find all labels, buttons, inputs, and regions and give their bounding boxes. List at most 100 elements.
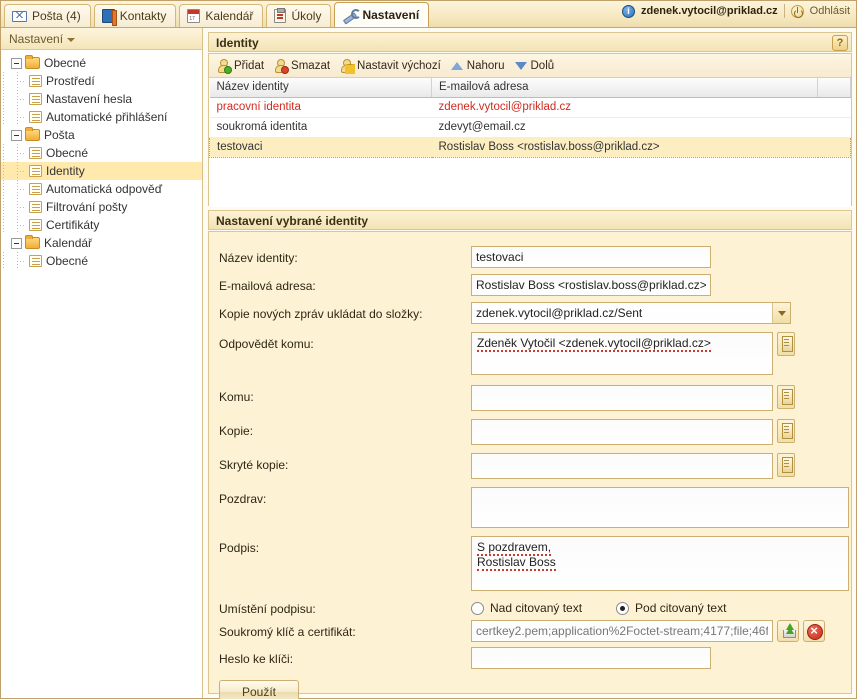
collapse-icon[interactable] (11, 237, 22, 249)
info-icon[interactable]: i (621, 4, 635, 18)
sidebar-item-posta[interactable]: Pošta (1, 126, 202, 144)
tab-label: Nastavení (362, 8, 420, 22)
move-down-button[interactable]: Dolů (514, 59, 555, 72)
logout-link[interactable]: Odhlásit (810, 5, 850, 17)
identity-name: testovaci (209, 136, 432, 158)
page-title: Identity (216, 36, 259, 50)
column-header-extra[interactable] (817, 78, 851, 98)
signature-line-1: S pozdravem, (477, 540, 552, 556)
identity-email: zdenek.vytocil@priklad.cz (431, 97, 818, 118)
folder-icon (25, 55, 40, 69)
tab-label: Pošta (4) (32, 9, 81, 23)
sidebar-item-label: Certifikáty (46, 218, 100, 232)
toolbar-label: Dolů (530, 59, 555, 72)
sidebar-header[interactable]: Nastavení (1, 28, 202, 50)
sidebar-item-kalendar-obecne[interactable]: Obecné (1, 252, 202, 270)
table-row[interactable]: soukromá identita zdevyt@email.cz (209, 117, 851, 138)
arrow-down-icon (514, 61, 527, 70)
page-icon (29, 183, 42, 195)
sidebar-item-posta-obecne[interactable]: Obecné (1, 144, 202, 162)
bcc-textarea[interactable] (471, 453, 773, 479)
field-row-name: Název identity: (209, 246, 851, 268)
sidebar-item-automaticke-prihlaseni[interactable]: Automatické přihlášení (1, 108, 202, 126)
radio-below-quoted[interactable] (616, 601, 630, 615)
set-default-identity-button[interactable]: Nastavit výchozí (340, 59, 441, 74)
sidebar-item-filtrovani-posty[interactable]: Filtrování pošty (1, 198, 202, 216)
wrench-icon (342, 8, 362, 22)
identity-settings-form: Název identity: E-mailová adresa: Kopie … (208, 231, 852, 699)
field-row-signature: Podpis: S pozdravem, Rostislav Boss (209, 536, 851, 591)
to-contact-picker-icon[interactable] (777, 385, 795, 409)
main-content: Identity ? Přidat Smazat Nastavit výchoz… (204, 28, 856, 699)
collapse-icon[interactable] (11, 129, 22, 141)
to-textarea[interactable] (471, 385, 773, 411)
label-bcc: Skryté kopie: (219, 458, 289, 472)
toolbar-label: Smazat (291, 59, 331, 72)
page-icon (29, 75, 42, 87)
reply-to-textarea[interactable]: Zdeněk Vytočil <zdenek.vytocil@priklad.c… (471, 332, 773, 375)
column-header-email[interactable]: E-mailová adresa (431, 78, 818, 98)
label-to: Komu: (219, 390, 254, 404)
column-header-name[interactable]: Název identity (209, 78, 432, 98)
task-icon (274, 8, 287, 23)
greeting-textarea[interactable] (471, 487, 849, 528)
sidebar-item-nastaveni-hesla[interactable]: Nastavení hesla (1, 90, 202, 108)
field-row-key-password: Heslo ke klíči: (209, 647, 851, 669)
key-password-input[interactable] (471, 647, 711, 669)
sidebar-header-label: Nastavení (9, 32, 64, 46)
tab-kalendar[interactable]: Kalendář (179, 4, 264, 27)
apply-button[interactable]: Použít (219, 680, 299, 699)
tab-ukoly[interactable]: Úkoly (266, 4, 332, 27)
tab-posta[interactable]: Pošta (4) (4, 4, 91, 27)
sidebar-item-identity[interactable]: Identity (1, 162, 202, 180)
reply-to-contact-picker-icon[interactable] (777, 332, 795, 356)
bcc-contact-picker-icon[interactable] (777, 453, 795, 477)
table-row[interactable]: pracovní identita zdenek.vytocil@priklad… (209, 97, 851, 118)
certificate-input[interactable] (471, 620, 773, 642)
sent-folder-select[interactable]: zdenek.vytocil@priklad.cz/Sent (471, 302, 791, 324)
settings-title: Nastavení vybrané identity (216, 214, 369, 228)
cc-contact-picker-icon[interactable] (777, 419, 795, 443)
table-header-row: Název identity E-mailová adresa (209, 78, 851, 98)
field-row-certificate: Soukromý klíč a certifikát: (209, 620, 851, 642)
signature-line-2: Rostislav Boss (477, 555, 556, 571)
field-row-sent-folder: Kopie nových zpráv ukládat do složky: zd… (209, 302, 851, 324)
sidebar-item-certifikaty[interactable]: Certifikáty (1, 216, 202, 234)
radio-above-quoted[interactable] (471, 601, 484, 615)
field-row-to: Komu: (209, 385, 851, 411)
reply-to-value: Zdeněk Vytočil <zdenek.vytocil@priklad.c… (477, 336, 711, 352)
identity-email: zdevyt@email.cz (431, 117, 818, 138)
delete-identity-button[interactable]: Smazat (274, 59, 331, 74)
label-signature: Podpis: (219, 541, 260, 555)
chevron-down-icon (67, 37, 76, 42)
add-identity-button[interactable]: Přidat (217, 59, 264, 74)
collapse-icon[interactable] (11, 57, 22, 69)
upload-icon[interactable] (777, 620, 799, 642)
signature-textarea[interactable]: S pozdravem, Rostislav Boss (471, 536, 849, 591)
identity-name: pracovní identita (209, 97, 432, 118)
identity-name-input[interactable] (471, 246, 711, 268)
user-email: zdenek.vytocil@priklad.cz (640, 5, 778, 17)
tab-nastaveni[interactable]: Nastavení (334, 2, 430, 27)
remove-icon[interactable] (803, 620, 825, 642)
identity-toolbar: Přidat Smazat Nastavit výchozí Nahoru Do… (209, 54, 851, 78)
table-row[interactable]: testovaci Rostislav Boss <rostislav.boss… (209, 136, 851, 158)
field-row-greeting: Pozdrav: (209, 487, 851, 528)
power-icon[interactable] (790, 4, 804, 18)
sidebar-item-obecne-general[interactable]: Obecné (1, 54, 202, 72)
tab-kontakty[interactable]: Kontakty (93, 4, 177, 27)
sidebar-item-label: Obecné (46, 254, 89, 268)
page-icon (29, 201, 42, 213)
help-icon[interactable]: ? (832, 35, 848, 51)
sidebar-item-automaticka-odpoved[interactable]: Automatická odpověď (1, 180, 202, 198)
application-window: Pošta (4) Kontakty Kalendář Úkoly Nastav… (0, 0, 857, 699)
radio-label-below: Pod citovaný text (635, 601, 727, 615)
sidebar-item-prostredi[interactable]: Prostředí (1, 72, 202, 90)
email-address-input[interactable] (471, 274, 711, 296)
label-identity-name: Název identity: (219, 251, 298, 265)
sidebar-item-kalendar[interactable]: Kalendář (1, 234, 202, 252)
sidebar-item-label: Obecné (46, 146, 89, 160)
cc-textarea[interactable] (471, 419, 773, 445)
identity-extra (817, 117, 851, 138)
move-up-button[interactable]: Nahoru (450, 60, 505, 72)
